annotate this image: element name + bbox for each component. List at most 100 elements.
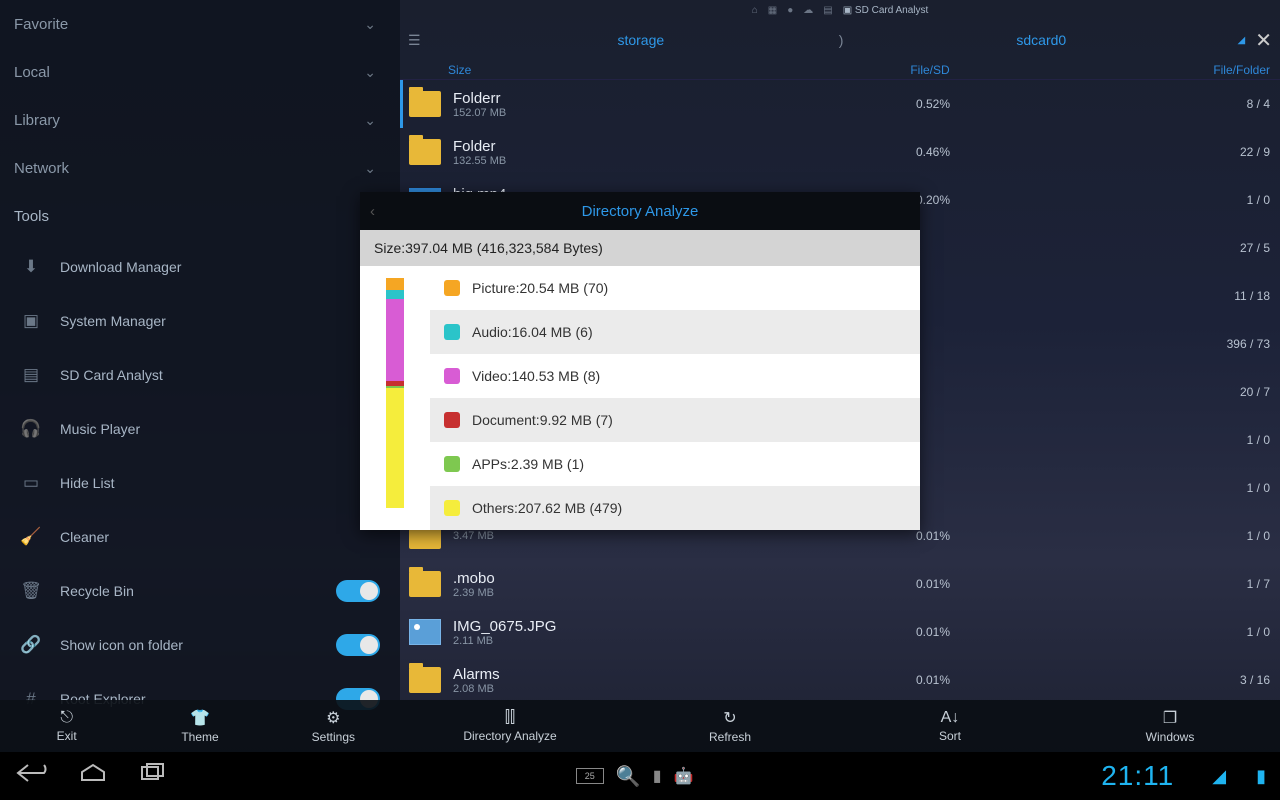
gear-icon: ⚙ bbox=[326, 708, 340, 728]
file-pct: 0.01% bbox=[823, 529, 1043, 543]
category-row[interactable]: Picture:20.54 MB (70) bbox=[430, 266, 920, 310]
tool-label: Music Player bbox=[60, 421, 140, 437]
category-row[interactable]: Document:9.92 MB (7) bbox=[430, 398, 920, 442]
file-folder-count: 8 / 4 bbox=[1043, 97, 1280, 111]
sidebar-tool-sd-card-analyst[interactable]: ▤SD Card Analyst bbox=[0, 348, 400, 402]
android-icon: 🤖 bbox=[674, 766, 694, 786]
col-file-folder[interactable]: File/Folder bbox=[1040, 63, 1280, 77]
cloud-icon[interactable]: ☁ bbox=[803, 5, 813, 16]
user-icon[interactable]: ● bbox=[787, 5, 793, 16]
tool-label: System Manager bbox=[60, 313, 166, 329]
tool-icon: ⬇ bbox=[20, 257, 42, 277]
category-label: Others:207.62 MB (479) bbox=[472, 500, 622, 516]
breadcrumb-storage[interactable]: storage bbox=[451, 32, 831, 48]
file-folder-count: 1 / 0 bbox=[1043, 481, 1280, 495]
bar-segment bbox=[386, 290, 404, 299]
breadcrumb-sep: ) bbox=[831, 32, 851, 48]
col-size[interactable]: Size bbox=[400, 63, 820, 77]
file-folder-count: 11 / 18 bbox=[1043, 289, 1280, 303]
tool-label: Download Manager bbox=[60, 259, 181, 275]
file-folder-count: 1 / 0 bbox=[1043, 529, 1280, 543]
category-list: Picture:20.54 MB (70)Audio:16.04 MB (6) V… bbox=[430, 266, 920, 530]
sidebar-section-tools[interactable]: Tools bbox=[0, 192, 400, 240]
file-size: 132.55 MB bbox=[453, 155, 823, 167]
sidebar-tool-show-icon-on-folder[interactable]: 🔗Show icon on folder bbox=[0, 618, 400, 672]
chart-icon: ⫿⫿ bbox=[505, 709, 515, 727]
category-label: Document:9.92 MB (7) bbox=[472, 412, 613, 428]
chevron-down-icon: ⌄ bbox=[364, 112, 376, 129]
close-icon[interactable]: ✕ bbox=[1255, 28, 1272, 53]
exit-icon: ⎋ bbox=[60, 709, 73, 727]
toggle-switch[interactable] bbox=[336, 580, 380, 602]
color-swatch bbox=[444, 368, 460, 384]
category-label: APPs:2.39 MB (1) bbox=[472, 456, 584, 472]
directory-analyze-button[interactable]: ⫿⫿Directory Analyze bbox=[400, 700, 620, 752]
sidebar-tool-recycle-bin[interactable]: 🗑Recycle Bin bbox=[0, 564, 400, 618]
file-name: Alarms bbox=[453, 666, 823, 683]
category-row[interactable]: Video:140.53 MB (8) bbox=[430, 354, 920, 398]
file-size: 152.07 MB bbox=[453, 107, 823, 119]
file-row[interactable]: Folderr152.07 MB0.52%8 / 4 bbox=[400, 80, 1280, 128]
sidebar-section-library[interactable]: Library⌄ bbox=[0, 96, 400, 144]
ftp-icon[interactable]: ▤ bbox=[823, 5, 832, 16]
battery-icon: 25 bbox=[576, 768, 604, 784]
breadcrumb-sdcard0[interactable]: sdcard0 bbox=[851, 32, 1231, 48]
color-swatch bbox=[444, 280, 460, 296]
settings-button[interactable]: ⚙Settings bbox=[267, 700, 400, 752]
file-row[interactable]: Folder132.55 MB0.46%22 / 9 bbox=[400, 128, 1280, 176]
device-icon: ▮ bbox=[653, 766, 662, 786]
recent-icon[interactable] bbox=[138, 762, 168, 790]
tool-icon: ▣ bbox=[20, 311, 42, 331]
image-icon bbox=[409, 619, 441, 645]
folder-icon bbox=[409, 571, 441, 597]
file-row[interactable]: IMG_0675.JPG2.11 MB0.01%1 / 0 bbox=[400, 608, 1280, 656]
chevron-down-icon: ⌄ bbox=[364, 160, 376, 177]
exit-button[interactable]: ⎋Exit bbox=[0, 700, 133, 752]
file-folder-count: 1 / 0 bbox=[1043, 433, 1280, 447]
dialog-title: Directory Analyze bbox=[582, 203, 699, 220]
refresh-button[interactable]: ↻Refresh bbox=[620, 700, 840, 752]
toggle-switch[interactable] bbox=[336, 634, 380, 656]
file-folder-count: 20 / 7 bbox=[1043, 385, 1280, 399]
file-folder-count: 1 / 0 bbox=[1043, 193, 1280, 207]
category-row[interactable]: APPs:2.39 MB (1) bbox=[430, 442, 920, 486]
col-file-sd[interactable]: File/SD bbox=[820, 63, 1040, 77]
apps-icon[interactable]: ▦ bbox=[768, 5, 777, 16]
home-icon[interactable] bbox=[78, 762, 108, 790]
sidebar-tool-system-manager[interactable]: ▣ System Manager bbox=[0, 294, 400, 348]
list-icon[interactable]: ☰ bbox=[408, 32, 421, 49]
search-icon[interactable]: 🔍 bbox=[616, 764, 641, 789]
bar-segment bbox=[386, 278, 404, 290]
category-row[interactable]: Others:207.62 MB (479) bbox=[430, 486, 920, 530]
sidebar: Favorite⌄ Local⌄ Library⌄ Network⌄ Tools… bbox=[0, 0, 400, 700]
back-icon[interactable] bbox=[14, 762, 48, 790]
sidebar-tool-music-player[interactable]: 🎧Music Player bbox=[0, 402, 400, 456]
sidebar-tool-hide-list[interactable]: ▭Hide List bbox=[0, 456, 400, 510]
sort-button[interactable]: A↓Sort bbox=[840, 700, 1060, 752]
expand-icon[interactable]: ◢ bbox=[1238, 35, 1246, 46]
sidebar-section-local[interactable]: Local⌄ bbox=[0, 48, 400, 96]
refresh-icon: ↻ bbox=[723, 708, 736, 728]
home-icon[interactable]: ⌂ bbox=[752, 5, 758, 16]
category-label: Video:140.53 MB (8) bbox=[472, 368, 600, 384]
file-row[interactable]: .mobo2.39 MB0.01%1 / 7 bbox=[400, 560, 1280, 608]
file-folder-count: 396 / 73 bbox=[1043, 337, 1280, 351]
sidebar-tool-cleaner[interactable]: 🧹Cleaner bbox=[0, 510, 400, 564]
windows-button[interactable]: ❐Windows bbox=[1060, 700, 1280, 752]
sidebar-section-favorite[interactable]: Favorite⌄ bbox=[0, 0, 400, 48]
system-icons: ⌂ ▦ ● ☁ ▤ ▣ SD Card Analyst bbox=[400, 0, 1280, 20]
sidebar-tool-download-manager[interactable]: ⬇ Download Manager bbox=[0, 240, 400, 294]
file-size: 2.39 MB bbox=[453, 587, 823, 599]
directory-analyze-dialog: ‹ Directory Analyze Size:397.04 MB (416,… bbox=[360, 192, 920, 530]
tool-icon: 🧹 bbox=[20, 527, 42, 547]
stacked-bar-chart bbox=[360, 266, 430, 530]
file-name: Folderr bbox=[453, 90, 823, 107]
sidebar-section-network[interactable]: Network⌄ bbox=[0, 144, 400, 192]
file-row[interactable]: Alarms2.08 MB0.01%3 / 16 bbox=[400, 656, 1280, 704]
bar-segment bbox=[386, 299, 404, 380]
color-swatch bbox=[444, 456, 460, 472]
file-size: 3.47 MB bbox=[453, 530, 823, 542]
back-icon[interactable]: ‹ bbox=[370, 203, 375, 220]
category-row[interactable]: Audio:16.04 MB (6) bbox=[430, 310, 920, 354]
theme-button[interactable]: 👕Theme bbox=[133, 700, 266, 752]
